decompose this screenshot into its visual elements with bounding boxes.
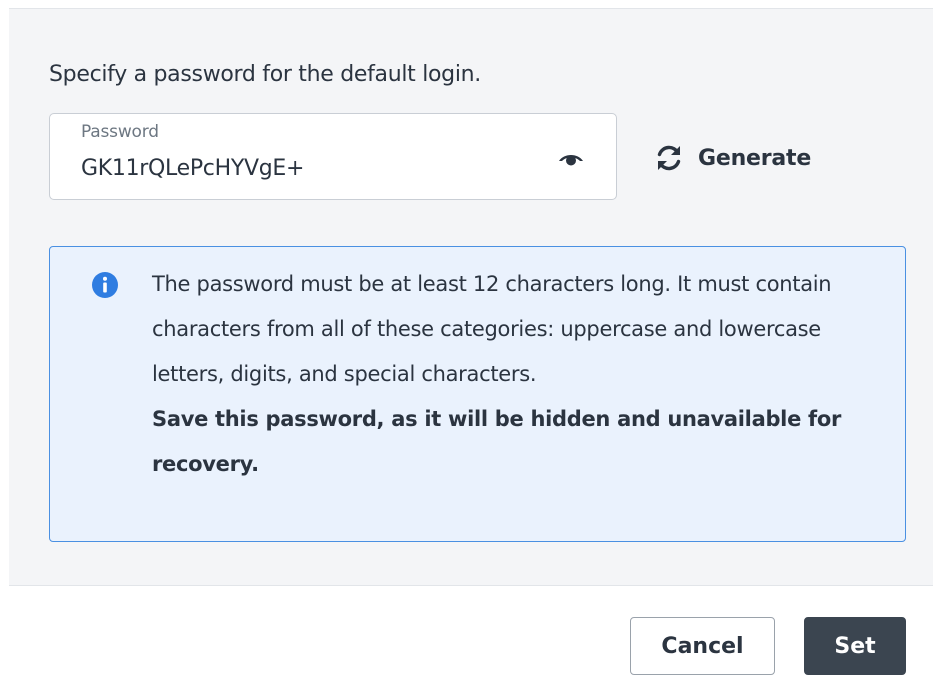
cancel-button[interactable]: Cancel	[630, 617, 775, 675]
password-label: Password	[81, 122, 159, 142]
eye-icon[interactable]	[556, 148, 586, 170]
info-warning-text: Save this password, as it will be hidden…	[152, 407, 842, 476]
set-button[interactable]: Set	[804, 617, 906, 675]
info-requirements-text: The password must be at least 12 charact…	[152, 272, 832, 386]
info-message: The password must be at least 12 charact…	[152, 262, 872, 487]
info-alert: The password must be at least 12 charact…	[49, 246, 906, 542]
refresh-icon	[652, 141, 686, 175]
password-field[interactable]: Password	[49, 113, 617, 200]
generate-label: Generate	[698, 145, 812, 171]
info-icon	[91, 271, 119, 299]
password-input[interactable]	[81, 156, 521, 181]
intro-text: Specify a password for the default login…	[49, 62, 481, 87]
generate-button[interactable]: Generate	[652, 139, 811, 177]
